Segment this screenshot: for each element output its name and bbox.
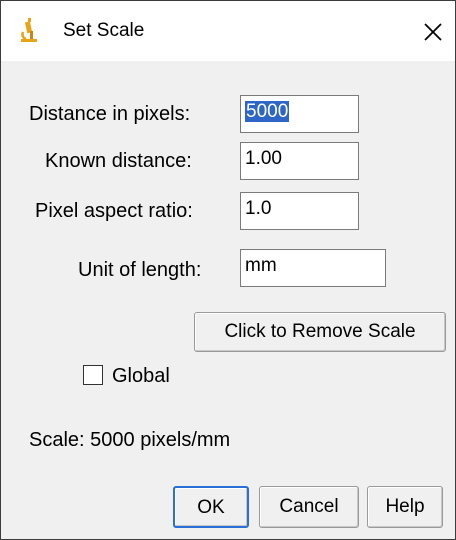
microscope-icon <box>21 18 37 42</box>
set-scale-dialog: Set Scale Distance in pixels: 5000 Known… <box>0 0 456 540</box>
global-label: Global <box>112 365 170 387</box>
known-distance-field[interactable]: 1.00 <box>240 142 359 180</box>
unit-of-length-field[interactable]: mm <box>240 249 386 287</box>
remove-scale-button[interactable]: Click to Remove Scale <box>194 312 446 352</box>
scale-status-text: Scale: 5000 pixels/mm <box>29 429 231 451</box>
cancel-button[interactable]: Cancel <box>259 486 359 528</box>
global-checkbox[interactable] <box>83 365 103 385</box>
close-icon[interactable] <box>419 18 447 46</box>
distance-in-pixels-label: Distance in pixels: <box>29 103 191 125</box>
title-bar: Set Scale <box>1 1 455 61</box>
pixel-aspect-ratio-label: Pixel aspect ratio: <box>35 200 193 222</box>
window-title: Set Scale <box>63 20 145 41</box>
pixel-aspect-ratio-field[interactable]: 1.0 <box>240 192 359 230</box>
unit-of-length-label: Unit of length: <box>78 259 202 281</box>
ok-button[interactable]: OK <box>173 486 249 528</box>
distance-in-pixels-field[interactable]: 5000 <box>240 95 359 133</box>
known-distance-label: Known distance: <box>45 150 192 172</box>
distance-in-pixels-value: 5000 <box>245 101 290 122</box>
help-button[interactable]: Help <box>367 486 443 528</box>
